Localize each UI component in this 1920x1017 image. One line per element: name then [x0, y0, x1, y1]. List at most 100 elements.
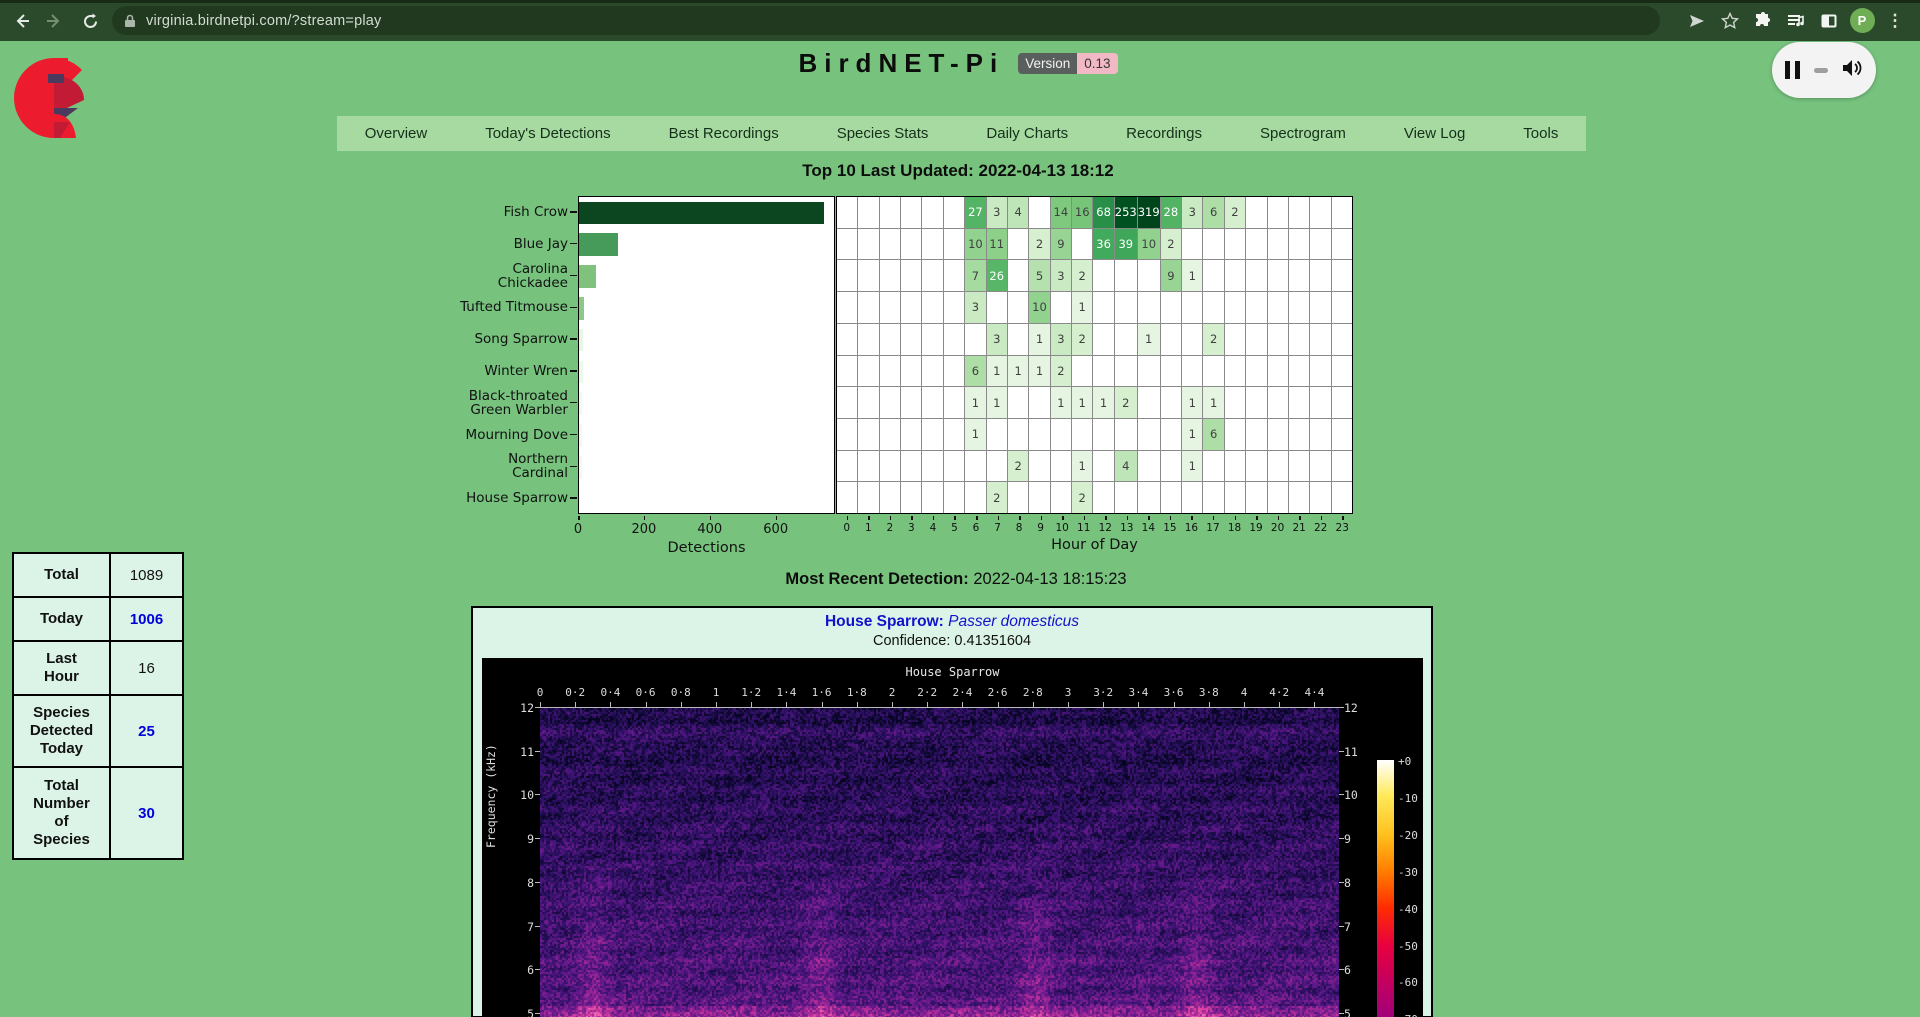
- hour-axis-title: Hour of Day: [1051, 537, 1138, 553]
- heatmap-cell: [1246, 292, 1266, 323]
- freq-tick-left: [535, 1013, 540, 1014]
- version-value: 0.13: [1077, 53, 1117, 74]
- heatmap-cell: 26: [987, 260, 1007, 291]
- back-icon[interactable]: [8, 7, 36, 35]
- colorbar-ticklabel: -50: [1398, 940, 1418, 953]
- detection-scientific-name[interactable]: Passer domesticus: [948, 613, 1079, 630]
- hour-axis-tick: [1256, 516, 1258, 520]
- menu-kebab-icon[interactable]: ⋮: [1880, 6, 1910, 36]
- heatmap-cell: [901, 260, 921, 291]
- heatmap-cell: 2: [987, 482, 1007, 513]
- heatmap-cell: [1332, 324, 1352, 355]
- colorbar-ticklabel: -10: [1398, 792, 1418, 805]
- heatmap-cell: [1310, 419, 1330, 450]
- nav-item-spectrogram[interactable]: Spectrogram: [1231, 125, 1375, 142]
- freq-ticklabel-right: 8: [1344, 876, 1351, 890]
- heatmap-cell: 3: [965, 292, 985, 323]
- time-ticklabel: 0: [537, 686, 544, 699]
- main-nav: OverviewToday's DetectionsBest Recording…: [337, 116, 1586, 151]
- nav-item-tools[interactable]: Tools: [1494, 125, 1587, 142]
- time-tick: [1068, 702, 1069, 707]
- species-tick: [570, 275, 577, 277]
- heatmap-cell: [1225, 229, 1245, 260]
- heatmap-cell: [1268, 292, 1288, 323]
- heatmap-cell: [1029, 482, 1049, 513]
- star-icon[interactable]: [1715, 6, 1745, 36]
- spectrogram-colorbar: [1377, 760, 1394, 1017]
- nav-item-overview[interactable]: Overview: [336, 125, 457, 142]
- bar-axis-ticklabel: 600: [763, 522, 788, 537]
- heatmap-cell: [944, 356, 964, 387]
- stats-row: SpeciesDetectedToday25: [13, 695, 183, 767]
- detection-bar: [579, 329, 583, 352]
- nav-item-recordings[interactable]: Recordings: [1097, 125, 1231, 142]
- time-ticklabel: 1: [713, 686, 720, 699]
- nav-item-species-stats[interactable]: Species Stats: [808, 125, 958, 142]
- heatmap-cell: [1332, 356, 1352, 387]
- heatmap-cell: [1268, 482, 1288, 513]
- heatmap-cell: [1225, 292, 1245, 323]
- heatmap-cell: [1203, 451, 1223, 482]
- time-ticklabel: 3·4: [1128, 686, 1148, 699]
- browser-toolbar: virginia.birdnetpi.com/?stream=play P ⋮: [0, 0, 1920, 41]
- heatmap-cell: [944, 419, 964, 450]
- stats-value-link[interactable]: 1006: [110, 597, 183, 641]
- nav-item-best-recordings[interactable]: Best Recordings: [640, 125, 808, 142]
- nav-item-view-log[interactable]: View Log: [1375, 125, 1494, 142]
- heatmap-cell: [880, 356, 900, 387]
- heatmap-cell: 1: [965, 387, 985, 418]
- heatmap-cell: [1289, 324, 1309, 355]
- stats-value-link[interactable]: 30: [110, 767, 183, 859]
- heatmap-cell: [1289, 292, 1309, 323]
- heatmap-cell: [1008, 419, 1028, 450]
- nav-item-today-s-detections[interactable]: Today's Detections: [456, 125, 639, 142]
- species-tick: [570, 434, 577, 436]
- heatmap-cell: 10: [965, 229, 985, 260]
- stats-label: TotalNumberofSpecies: [13, 767, 110, 859]
- freq-tick-right: [1339, 882, 1344, 883]
- detection-species-link[interactable]: House Sparrow:: [825, 613, 944, 630]
- heatmap-cell: 1: [1008, 356, 1028, 387]
- hour-axis-ticklabel: 15: [1163, 522, 1176, 534]
- heatmap-cell: [1225, 387, 1245, 418]
- heatmap-cell: 11: [987, 229, 1007, 260]
- freq-tick-left: [535, 707, 540, 708]
- extensions-icon[interactable]: [1748, 6, 1778, 36]
- recent-datetime: 2022-04-13 18:15:23: [973, 570, 1126, 588]
- hour-axis-ticklabel: 12: [1099, 522, 1112, 534]
- send-icon[interactable]: [1682, 6, 1712, 36]
- bar-axis-ticklabel: 0: [574, 522, 582, 537]
- profile-avatar[interactable]: P: [1847, 6, 1877, 36]
- heatmap-cell: 7: [965, 260, 985, 291]
- reload-icon[interactable]: [76, 7, 104, 35]
- time-ticklabel: 3·6: [1164, 686, 1184, 699]
- hour-axis-tick: [1062, 516, 1064, 520]
- heatmap-cell: [837, 292, 857, 323]
- heatmap-cell: 10: [1138, 229, 1160, 260]
- stats-value-link[interactable]: 25: [110, 695, 183, 767]
- frequency-axis-label: Frequency (kHz): [484, 744, 498, 848]
- media-playlist-icon[interactable]: [1781, 6, 1811, 36]
- heatmap-cell: [944, 260, 964, 291]
- forward-icon[interactable]: [40, 7, 68, 35]
- heatmap-cell: [1029, 451, 1049, 482]
- time-tick: [610, 702, 611, 707]
- heatmap-cell: [858, 260, 878, 291]
- heatmap-cell: [1161, 387, 1181, 418]
- heatmap-cell: 253: [1115, 197, 1137, 228]
- heatmap-cell: [858, 324, 878, 355]
- heatmap-cell: 1: [1072, 451, 1092, 482]
- url-bar[interactable]: virginia.birdnetpi.com/?stream=play: [112, 6, 1660, 35]
- species-label: Tufted Titmouse: [459, 300, 568, 314]
- window-top-strip: [0, 0, 1920, 3]
- heatmap-cell: [837, 324, 857, 355]
- hourly-heatmap: 2734141668253319283621011293639102726532…: [836, 196, 1353, 514]
- heatmap-cell: 1: [1182, 260, 1202, 291]
- nav-item-daily-charts[interactable]: Daily Charts: [957, 125, 1097, 142]
- time-tick: [575, 702, 576, 707]
- heatmap-cell: [1268, 387, 1288, 418]
- side-panel-icon[interactable]: [1814, 6, 1844, 36]
- heatmap-cell: [1072, 419, 1092, 450]
- freq-tick-left: [535, 926, 540, 927]
- heatmap-cell: 1: [987, 356, 1007, 387]
